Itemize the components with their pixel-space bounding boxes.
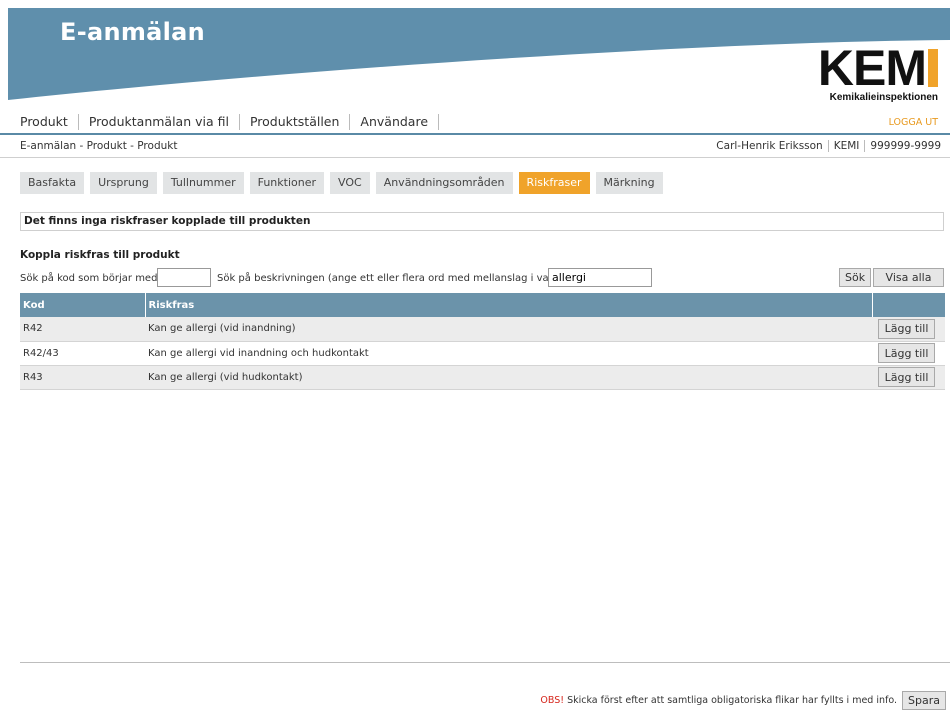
user-info: Carl-Henrik Eriksson KEMI 999999-9999 (711, 140, 941, 152)
app-title: E-anmälan (60, 18, 206, 46)
logo-word: KEM (817, 40, 927, 96)
tab-ursprung[interactable]: Ursprung (90, 172, 157, 194)
section-title: Koppla riskfras till produkt (20, 249, 180, 261)
table-row: R43 Kan ge allergi (vid hudkontakt) Lägg… (20, 365, 945, 390)
app-header: E-anmälan KEM Kemikalieinspektionen (8, 8, 950, 108)
code-search-input[interactable] (157, 268, 211, 287)
add-phrase-button[interactable]: Lägg till (878, 367, 935, 387)
tab-riskfraser[interactable]: Riskfraser (518, 172, 590, 194)
user-id: 999999-9999 (870, 140, 941, 152)
logo-accent-bar (928, 49, 938, 87)
add-phrase-button[interactable]: Lägg till (878, 318, 935, 339)
logo-subtitle: Kemikalieinspektionen (829, 92, 938, 103)
description-search-input[interactable] (548, 268, 652, 287)
table-row: R42/43 Kan ge allergi vid inandning och … (20, 341, 945, 366)
save-button[interactable]: Spara (902, 691, 946, 710)
row-phrase: Kan ge allergi (vid hudkontakt) (145, 365, 872, 390)
row-code: R43 (20, 365, 145, 390)
user-org: KEMI (829, 140, 866, 152)
row-phrase: Kan ge allergi vid inandning och hudkont… (145, 341, 872, 366)
nav-item-produktstallen[interactable]: Produktställen (240, 114, 351, 130)
show-all-button[interactable]: Visa alla (873, 268, 944, 287)
risk-phrase-table: Kod Riskfras R42 Kan ge allergi (vid ina… (20, 293, 945, 390)
add-phrase-button[interactable]: Lägg till (878, 343, 935, 363)
row-phrase: Kan ge allergi (vid inandning) (145, 317, 872, 342)
main-nav: Produkt Produktanmälan via fil Produktst… (20, 113, 440, 131)
code-search-label: Sök på kod som börjar med: (20, 273, 161, 284)
footer: OBS! Skicka först efter att samtliga obl… (540, 691, 946, 710)
search-row: Sök på kod som börjar med: Sök på beskri… (20, 268, 944, 290)
breadcrumb-divider (0, 157, 950, 158)
obs-label: OBS! (540, 695, 565, 706)
row-code: R42 (20, 317, 145, 342)
column-header-kod: Kod (20, 293, 146, 317)
footer-divider (20, 662, 950, 663)
table-row: R42 Kan ge allergi (vid inandning) Lägg … (20, 317, 945, 342)
search-button[interactable]: Sök (839, 268, 872, 287)
tab-funktioner[interactable]: Funktioner (249, 172, 325, 194)
header-divider (0, 133, 950, 135)
tab-anvandningsomraden[interactable]: Användningsområden (375, 172, 513, 194)
no-phrases-notice: Det finns inga riskfraser kopplade till … (20, 212, 944, 231)
row-code: R42/43 (20, 341, 145, 366)
user-name: Carl-Henrik Eriksson (711, 140, 829, 152)
column-header-riskfras: Riskfras (145, 293, 873, 317)
tab-markning[interactable]: Märkning (595, 172, 663, 194)
nav-item-produkt[interactable]: Produkt (20, 114, 79, 130)
tab-voc[interactable]: VOC (330, 172, 370, 194)
logout-link[interactable]: LOGGA UT (889, 117, 938, 128)
tab-tullnummer[interactable]: Tullnummer (162, 172, 244, 194)
nav-item-produktanmalan-via-fil[interactable]: Produktanmälan via fil (79, 114, 240, 130)
nav-item-anvandare[interactable]: Användare (350, 114, 440, 130)
table-header-row: Kod Riskfras (20, 293, 945, 317)
product-tabs: Basfakta Ursprung Tullnummer Funktioner … (20, 172, 669, 194)
tab-basfakta[interactable]: Basfakta (20, 172, 85, 194)
column-header-action (872, 293, 945, 317)
footer-message: Skicka först efter att samtliga obligato… (567, 695, 898, 706)
kemi-logo: KEM Kemikalieinspektionen (818, 43, 938, 103)
description-search-label: Sök på beskrivningen (ange ett eller fle… (217, 273, 566, 284)
breadcrumb: E-anmälan - Produkt - Produkt (20, 140, 178, 152)
